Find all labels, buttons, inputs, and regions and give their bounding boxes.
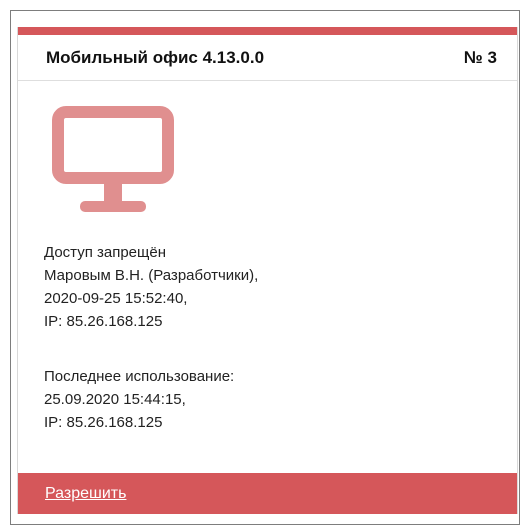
- last-use-label: Последнее использование:: [44, 368, 235, 385]
- access-status: Доступ запрещён: [44, 244, 166, 261]
- card-footer: Разрешить: [18, 473, 517, 514]
- card-accent-bar: [18, 27, 517, 35]
- access-denied-info: Доступ запрещён Маровым В.Н. (Разработчи…: [44, 241, 258, 333]
- last-use-ip: IP: 85.26.168.125: [44, 414, 163, 431]
- card-title: Мобильный офис 4.13.0.0: [46, 47, 265, 67]
- last-use-info: Последнее использование: 25.09.2020 15:4…: [44, 365, 234, 434]
- allow-link[interactable]: Разрешить: [45, 485, 126, 503]
- device-card: Мобильный офис 4.13.0.0 № 3 Доступ запре…: [17, 27, 518, 514]
- last-use-datetime: 25.09.2020 15:44:15,: [44, 391, 186, 408]
- access-datetime: 2020-09-25 15:52:40,: [44, 290, 188, 307]
- monitor-icon: [52, 106, 174, 212]
- card-header: Мобильный офис 4.13.0.0 № 3: [18, 35, 517, 81]
- card-body: Доступ запрещён Маровым В.Н. (Разработчи…: [18, 81, 517, 465]
- access-ip: IP: 85.26.168.125: [44, 313, 163, 330]
- card-number: № 3: [463, 47, 497, 67]
- access-user: Маровым В.Н. (Разработчики),: [44, 267, 259, 284]
